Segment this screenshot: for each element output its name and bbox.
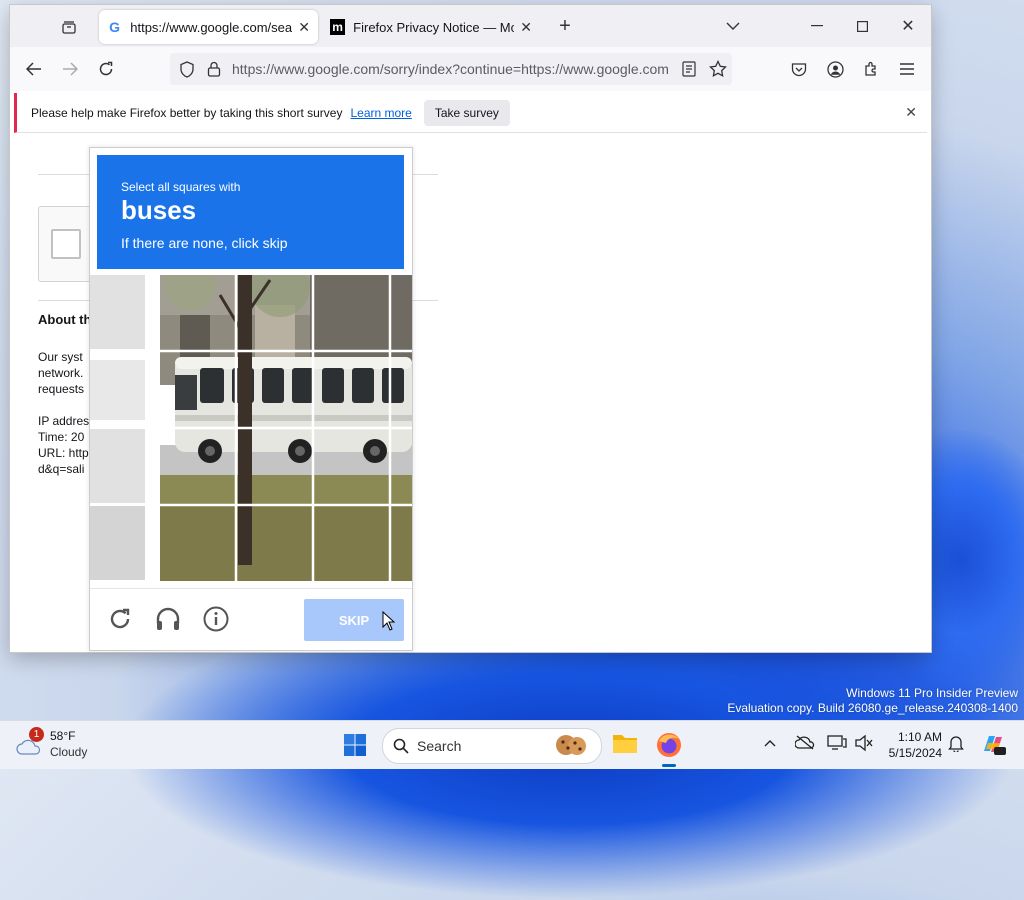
url-text[interactable]: https://www.google.com/sorry/index?conti… <box>232 61 672 77</box>
grid-tile[interactable] <box>160 429 235 504</box>
grid-tile[interactable] <box>160 352 235 427</box>
search-placeholder: Search <box>417 738 462 754</box>
clock-time: 1:10 AM <box>897 730 942 744</box>
target-object: buses <box>121 195 197 225</box>
pocket-icon[interactable] <box>789 59 809 79</box>
taskbar: 1 58°F Cloudy Search 1:10 AM 5/15/2024 <box>0 720 1024 769</box>
close-tab-icon[interactable]: ✕ <box>298 19 310 36</box>
navigation-bar: https://www.google.com/sorry/index?conti… <box>10 47 931 91</box>
firefox-taskbar-icon[interactable] <box>655 731 683 767</box>
chevron-up-icon[interactable] <box>764 735 780 751</box>
grid-tile[interactable] <box>160 506 235 581</box>
mouse-cursor-icon <box>382 610 396 634</box>
windows-logo-icon <box>344 734 366 756</box>
lock-icon[interactable] <box>205 60 223 78</box>
weather-desc: Cloudy <box>50 745 88 759</box>
image-grid <box>160 275 412 581</box>
grid-tile[interactable] <box>314 275 389 350</box>
cookies-icon <box>556 735 586 755</box>
tab-firefox-privacy[interactable]: m Firefox Privacy Notice — Mozilla ✕ <box>322 10 540 44</box>
firefox-view-icon[interactable] <box>58 17 80 37</box>
extensions-icon[interactable] <box>861 59 881 79</box>
audio-challenge-icon[interactable] <box>154 605 182 633</box>
hint-text: If there are none, click skip <box>121 235 288 251</box>
watermark-line-1: Windows 11 Pro Insider Preview <box>846 686 1018 700</box>
instruction-text: Select all squares with <box>121 180 241 194</box>
grid-tile[interactable] <box>237 352 312 427</box>
tracking-shield-icon[interactable] <box>178 60 196 78</box>
start-button[interactable] <box>343 733 367 757</box>
app-menu-icon[interactable] <box>897 59 917 79</box>
faded-tile <box>90 506 145 580</box>
grid-tile[interactable] <box>160 275 235 350</box>
window-close-icon[interactable]: ✕ <box>898 16 918 36</box>
grid-tile[interactable] <box>237 275 312 350</box>
new-tab-icon[interactable]: + <box>555 15 575 37</box>
clock[interactable]: 1:10 AM 5/15/2024 <box>889 729 942 761</box>
url-bar[interactable]: https://www.google.com/sorry/index?conti… <box>170 53 732 85</box>
list-tabs-icon[interactable] <box>723 16 743 36</box>
search-icon <box>393 738 409 754</box>
windows-watermark: Windows 11 Pro Insider Preview Evaluatio… <box>727 686 1018 716</box>
faded-tile <box>90 275 145 349</box>
active-app-indicator <box>662 764 676 767</box>
challenge-header: Select all squares with buses If there a… <box>97 155 404 269</box>
grid-tile[interactable] <box>237 429 312 504</box>
reload-challenge-icon[interactable] <box>106 605 134 633</box>
clock-date: 5/15/2024 <box>888 746 942 760</box>
info-icon[interactable] <box>202 605 230 633</box>
forward-icon[interactable] <box>60 59 80 79</box>
about-heading: About th <box>38 312 92 327</box>
volume-muted-icon[interactable] <box>854 734 874 752</box>
minimize-icon[interactable] <box>807 16 827 36</box>
challenge-footer: SKIP <box>90 588 412 651</box>
take-survey-button[interactable]: Take survey <box>423 99 510 126</box>
reload-icon[interactable] <box>96 59 116 79</box>
grid-tile[interactable] <box>314 352 389 427</box>
recaptcha-checkbox[interactable] <box>51 229 81 259</box>
grid-tile[interactable] <box>237 506 312 581</box>
notification-message: Please help make Firefox better by takin… <box>31 105 343 120</box>
survey-notification-bar: Please help make Firefox better by takin… <box>14 93 927 133</box>
reader-view-icon[interactable] <box>680 60 698 78</box>
maximize-icon[interactable] <box>852 16 872 36</box>
network-display-icon[interactable] <box>827 734 847 752</box>
onedrive-offline-icon[interactable] <box>794 734 815 752</box>
tab-label: Firefox Privacy Notice — Mozilla <box>353 19 515 35</box>
recaptcha-challenge: Select all squares with buses If there a… <box>89 147 413 651</box>
faded-tile <box>90 360 145 420</box>
mozilla-favicon-icon: m <box>330 19 346 35</box>
copilot-icon[interactable] <box>980 731 1006 757</box>
tab-google-search[interactable]: G https://www.google.com/search ✕ <box>99 10 318 44</box>
weather-badge: 1 <box>29 727 44 742</box>
weather-temp: 58°F <box>50 729 76 743</box>
close-tab-icon[interactable]: ✕ <box>520 19 532 36</box>
grid-tile[interactable] <box>314 429 389 504</box>
taskbar-search[interactable]: Search <box>382 728 602 764</box>
tab-bar: G https://www.google.com/search ✕ m Fire… <box>10 5 931 47</box>
file-explorer-icon[interactable] <box>612 732 638 756</box>
learn-more-link[interactable]: Learn more <box>350 106 411 120</box>
notification-close-icon[interactable]: ✕ <box>905 104 917 121</box>
grid-tile[interactable] <box>314 506 389 581</box>
faded-tile <box>90 429 145 503</box>
bookmark-star-icon[interactable] <box>708 59 728 79</box>
tab-label: https://www.google.com/search <box>130 19 293 35</box>
weather-widget[interactable]: 1 58°F Cloudy <box>14 727 104 763</box>
google-favicon-icon: G <box>109 19 121 35</box>
back-icon[interactable] <box>24 59 44 79</box>
watermark-line-2: Evaluation copy. Build 26080.ge_release.… <box>727 701 1018 715</box>
notification-bell-icon[interactable] <box>948 734 966 754</box>
account-icon[interactable] <box>825 59 845 79</box>
